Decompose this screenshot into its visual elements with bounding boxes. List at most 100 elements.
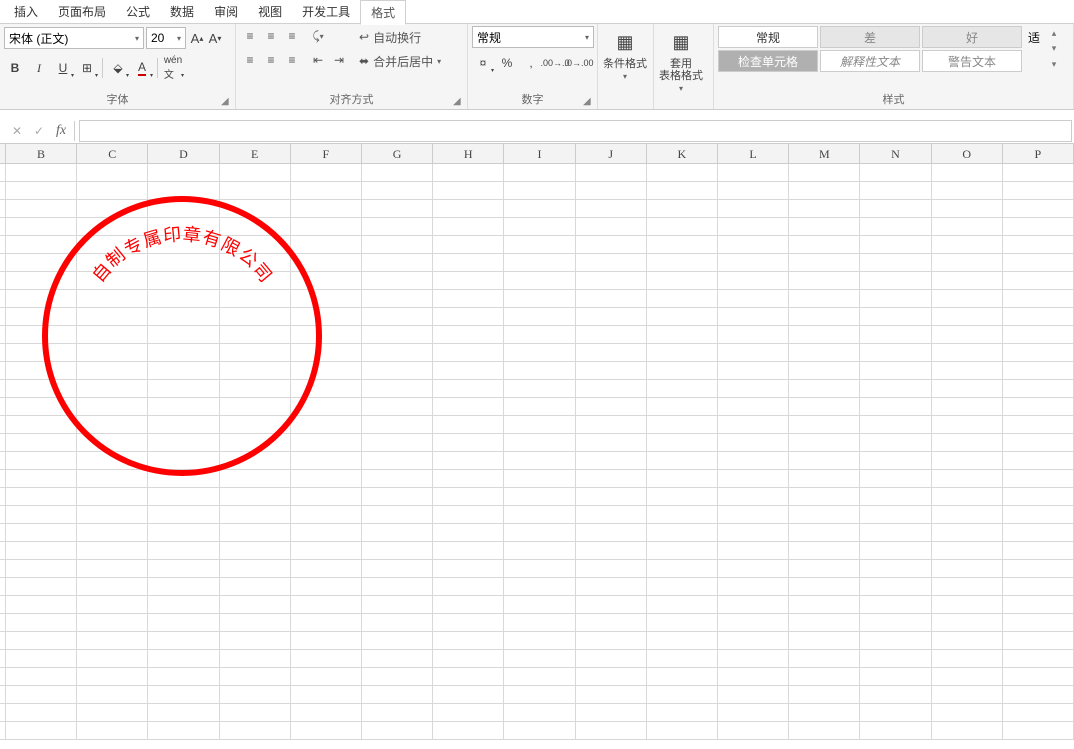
cell[interactable] (433, 524, 504, 542)
cell[interactable] (789, 218, 860, 236)
cell[interactable] (6, 722, 77, 740)
cell[interactable] (860, 632, 931, 650)
cell[interactable] (789, 326, 860, 344)
cell[interactable] (433, 560, 504, 578)
cell[interactable] (148, 542, 219, 560)
cell[interactable] (718, 722, 789, 740)
cell[interactable] (504, 668, 575, 686)
cell[interactable] (291, 596, 362, 614)
cell[interactable] (291, 668, 362, 686)
cell[interactable] (6, 596, 77, 614)
cell[interactable] (1003, 632, 1074, 650)
cell[interactable] (718, 560, 789, 578)
cell[interactable] (362, 218, 433, 236)
formula-input[interactable] (79, 120, 1072, 142)
cell[interactable] (718, 704, 789, 722)
align-middle-button[interactable]: ≡ (261, 26, 281, 46)
cell[interactable] (789, 398, 860, 416)
cell[interactable] (647, 614, 718, 632)
cell[interactable] (932, 668, 1003, 686)
cell[interactable] (932, 578, 1003, 596)
cell[interactable] (148, 506, 219, 524)
cell[interactable] (77, 524, 148, 542)
cell[interactable] (1003, 182, 1074, 200)
cell[interactable] (220, 380, 291, 398)
cell[interactable] (220, 344, 291, 362)
cell[interactable] (932, 596, 1003, 614)
cell[interactable] (362, 164, 433, 182)
cell[interactable] (6, 614, 77, 632)
italic-button[interactable]: I (28, 57, 50, 79)
cell[interactable] (77, 506, 148, 524)
cell[interactable] (504, 380, 575, 398)
cell[interactable] (433, 434, 504, 452)
cell[interactable] (148, 686, 219, 704)
cell[interactable] (6, 650, 77, 668)
font-color-button[interactable]: A▾ (131, 57, 153, 79)
cell[interactable] (1003, 434, 1074, 452)
cell[interactable] (148, 560, 219, 578)
cell[interactable] (718, 506, 789, 524)
cell[interactable] (1003, 236, 1074, 254)
cell[interactable] (148, 164, 219, 182)
cell[interactable] (6, 434, 77, 452)
cell[interactable] (789, 632, 860, 650)
cell[interactable] (433, 722, 504, 740)
cell[interactable] (1003, 560, 1074, 578)
cell[interactable] (647, 668, 718, 686)
cell[interactable] (647, 218, 718, 236)
cell[interactable] (6, 452, 77, 470)
column-header-H[interactable]: H (433, 144, 504, 163)
cell[interactable] (291, 542, 362, 560)
cell[interactable] (148, 578, 219, 596)
cell[interactable] (6, 200, 77, 218)
cell[interactable] (718, 308, 789, 326)
cell[interactable] (576, 200, 647, 218)
cell[interactable] (291, 488, 362, 506)
cell[interactable] (932, 362, 1003, 380)
cell[interactable] (860, 398, 931, 416)
cell[interactable] (433, 308, 504, 326)
cell[interactable] (291, 236, 362, 254)
column-header-I[interactable]: I (504, 144, 575, 163)
cell[interactable] (718, 668, 789, 686)
menu-tab-视图[interactable]: 视图 (248, 0, 292, 23)
cell[interactable] (291, 632, 362, 650)
cell[interactable] (576, 488, 647, 506)
cell[interactable] (220, 524, 291, 542)
cell[interactable] (576, 524, 647, 542)
cell[interactable] (148, 650, 219, 668)
cell[interactable] (932, 182, 1003, 200)
cell[interactable] (148, 272, 219, 290)
cell[interactable] (1003, 614, 1074, 632)
merge-center-button[interactable]: ⬌ 合并后居中 ▾ (355, 50, 445, 72)
cell[interactable] (932, 686, 1003, 704)
cell[interactable] (718, 344, 789, 362)
cell[interactable] (220, 164, 291, 182)
cell[interactable] (291, 524, 362, 542)
cell[interactable] (6, 488, 77, 506)
menu-tab-公式[interactable]: 公式 (116, 0, 160, 23)
cell[interactable] (433, 182, 504, 200)
cell[interactable] (860, 650, 931, 668)
cell[interactable] (932, 164, 1003, 182)
cell[interactable] (6, 326, 77, 344)
cell[interactable] (148, 452, 219, 470)
cell[interactable] (291, 344, 362, 362)
cell[interactable] (504, 290, 575, 308)
cell[interactable] (220, 614, 291, 632)
cell[interactable] (789, 236, 860, 254)
cell[interactable] (1003, 542, 1074, 560)
style-warning[interactable]: 警告文本 (922, 50, 1022, 72)
cell[interactable] (860, 254, 931, 272)
cell[interactable] (789, 578, 860, 596)
cell[interactable] (220, 218, 291, 236)
cell[interactable] (860, 470, 931, 488)
cell[interactable] (362, 596, 433, 614)
cell[interactable] (220, 704, 291, 722)
cell[interactable] (789, 506, 860, 524)
cell[interactable] (291, 722, 362, 740)
cell[interactable] (433, 542, 504, 560)
cell[interactable] (1003, 470, 1074, 488)
cell[interactable] (860, 236, 931, 254)
